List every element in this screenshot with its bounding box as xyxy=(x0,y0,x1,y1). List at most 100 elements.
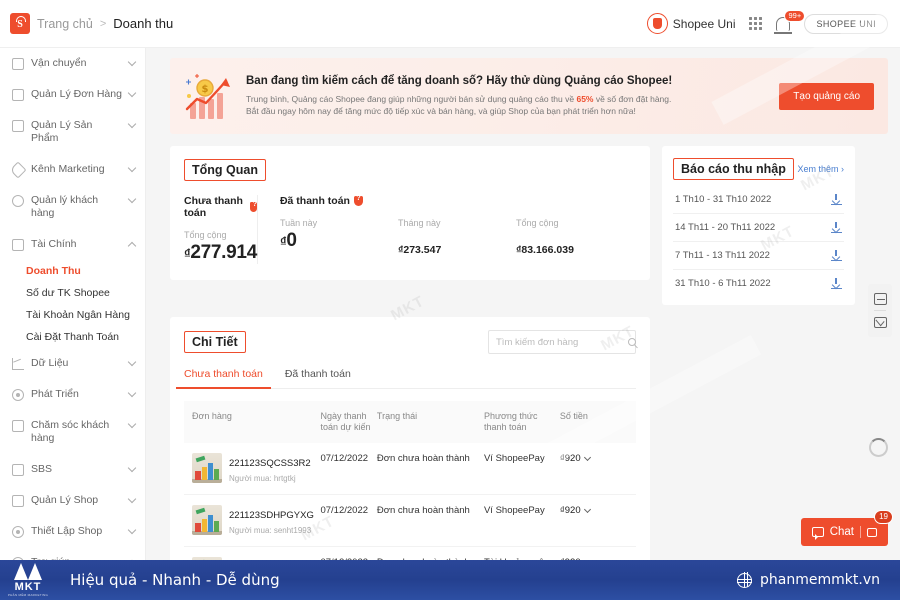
chat-support-icon xyxy=(12,420,24,432)
unpaid-heading-text: Chưa thanh toán xyxy=(184,195,243,219)
income-report-card: Báo cáo thu nhập Xem thêm › 1 Th10 - 31 … xyxy=(662,146,855,305)
paid-heading-text: Đã thanh toán xyxy=(279,195,350,207)
breadcrumb-separator: > xyxy=(99,17,107,30)
globe-icon xyxy=(736,572,753,588)
sidebar-item-cham-soc-khach-hang[interactable]: Chăm sóc khách hàng xyxy=(0,410,145,454)
detail-tabs[interactable]: Chưa thanh toán Đã thanh toán xyxy=(176,368,636,389)
ads-promo-banner: $ Ban đang tìm kiếm cách để tăng doanh s… xyxy=(170,58,888,134)
order-status: Đơn chưa hoàn thành xyxy=(376,505,470,516)
mkt-wordmark: MKT xyxy=(14,581,42,593)
info-shield-icon[interactable] xyxy=(353,195,363,206)
report-row[interactable]: 1 Th10 - 31 Th10 2022 xyxy=(673,186,844,214)
order-product: 221123SQCSS3R2 Người mua: hrtgtkj xyxy=(192,453,320,484)
search-input[interactable] xyxy=(496,336,628,348)
shopee-uni-label: Shopee Uni xyxy=(672,16,736,31)
minimize-icon[interactable] xyxy=(867,527,877,537)
breadcrumb-home[interactable]: Trang chủ xyxy=(37,17,93,31)
report-list: 1 Th10 - 31 Th10 2022 14 Th11 - 20 Th11 … xyxy=(673,186,844,297)
report-date-range: 7 Th11 - 13 Th11 2022 xyxy=(675,250,770,261)
growth-chart-illustration: $ xyxy=(180,69,236,123)
sidebar-item-thiet-lap-shop[interactable]: Thiết Lập Shop xyxy=(0,516,145,547)
chevron-down-icon[interactable] xyxy=(583,453,591,462)
mkt-logo: MKT PHẦN MỀM MARKETING xyxy=(0,560,56,600)
sidebar-item-quan-ly-khach-hang[interactable]: Quản lý khách hàng xyxy=(0,185,145,229)
order-amount-cell[interactable]: ₫920 xyxy=(560,505,628,516)
shopee-logo-icon[interactable] xyxy=(10,13,30,34)
report-row[interactable]: 31 Th10 - 6 Th11 2022 xyxy=(673,270,844,297)
shopee-uni-link[interactable]: Shopee Uni xyxy=(646,13,736,34)
order-id: 221123SDHPGYXG xyxy=(229,510,314,521)
order-search-box[interactable] xyxy=(488,330,636,354)
order-status: Đơn chưa hoàn thành xyxy=(376,453,470,464)
tab-chua-thanh-toan[interactable]: Chưa thanh toán xyxy=(176,368,271,389)
download-icon[interactable] xyxy=(831,278,842,289)
chevron-down-icon[interactable] xyxy=(583,505,591,514)
sidebar-item-quan-ly-shop[interactable]: Quản Lý Shop xyxy=(0,485,145,516)
report-row[interactable]: 14 Th11 - 20 Th11 2022 xyxy=(673,214,844,242)
overview-paid-block: Đã thanh toán Tuần này ₫0 Tháng này ₫273… xyxy=(258,195,656,264)
divider xyxy=(860,526,861,538)
tab-da-thanh-toan[interactable]: Đã thanh toán xyxy=(285,368,351,388)
sidebar-item-tai-chinh[interactable]: Tài Chính xyxy=(0,229,145,260)
sidebar[interactable]: Vận chuyển Quản Lý Đơn Hàng Quản Lý Sản … xyxy=(0,48,146,560)
paid-total-cell: Tổng cộng ₫83.166.039 xyxy=(516,207,656,256)
sidebar-item-phat-trien[interactable]: Phát Triển xyxy=(0,379,145,410)
order-amount: ₫920 xyxy=(559,453,581,464)
search-icon[interactable] xyxy=(628,338,636,346)
sidebar-item-du-lieu[interactable]: Dữ Liệu xyxy=(0,348,145,379)
sidebar-subitem-tai-khoan-ngan-hang[interactable]: Tài Khoản Ngân Hàng xyxy=(0,304,145,326)
account-pill[interactable]: SHOPEE UNI xyxy=(804,13,888,34)
sidebar-item-sbs[interactable]: SBS xyxy=(0,454,145,485)
top-bar: Trang chủ > Doanh thu Shopee Uni 99+ SHO… xyxy=(0,0,900,48)
sidebar-item-label: Quản Lý Sản Phẩm xyxy=(31,119,93,144)
sidebar-item-label: Quản Lý Shop xyxy=(31,494,99,506)
sidebar-item-van-chuyen[interactable]: Vận chuyển xyxy=(0,48,145,79)
create-ad-button[interactable]: Tạo quảng cáo xyxy=(779,82,874,110)
pulse-chart-icon xyxy=(873,293,887,305)
footer-url-block[interactable]: phanmemmkt.vn xyxy=(736,572,900,588)
order-product: 221123SDHPGYXG Người mua: senht1993 xyxy=(192,505,320,536)
table-row[interactable]: 221123SDHPGYXG Người mua: senht1993 07/1… xyxy=(184,495,636,547)
overview-unpaid-block: Chưa thanh toán Tổng cộng ₫277.914 xyxy=(184,195,259,264)
overview-card: Tổng Quan Chưa thanh toán Tổng cộng ₫277… xyxy=(170,146,650,280)
paid-month-cell: Tháng này ₫273.547 xyxy=(398,207,516,256)
table-row[interactable]: 221123SQCSS3R2 Người mua: hrtgtkj 07/12/… xyxy=(184,443,636,495)
report-date-range: 14 Th11 - 20 Th11 2022 xyxy=(675,222,776,233)
download-icon[interactable] xyxy=(831,250,842,261)
sidebar-item-quan-ly-san-pham[interactable]: Quản Lý Sản Phẩm xyxy=(0,110,145,154)
truck-icon xyxy=(12,58,24,70)
sidebar-subitem-cai-dat-thanh-toan[interactable]: Cài Đặt Thanh Toán xyxy=(0,326,145,348)
overview-title: Tổng Quan xyxy=(184,159,266,181)
download-icon[interactable] xyxy=(831,194,842,205)
analytics-widget-button[interactable] xyxy=(868,288,892,310)
order-amount-cell[interactable]: ₫920 xyxy=(560,453,628,464)
chevron-down-icon xyxy=(127,357,137,367)
chat-widget-button[interactable]: Chat 19 xyxy=(800,510,893,546)
sidebar-item-label: Kênh Marketing xyxy=(31,163,105,175)
medal-icon xyxy=(12,389,24,401)
sidebar-item-kenh-marketing[interactable]: Kênh Marketing xyxy=(0,154,145,185)
apps-grid-icon[interactable] xyxy=(749,17,763,30)
order-buyer: Người mua: hrtgtkj xyxy=(229,474,296,483)
chevron-down-icon xyxy=(127,388,137,398)
report-row[interactable]: 7 Th11 - 13 Th11 2022 xyxy=(673,242,844,270)
detail-title: Chi Tiết xyxy=(184,331,246,353)
floating-toolbar[interactable] xyxy=(868,284,892,337)
report-date-range: 31 Th10 - 6 Th11 2022 xyxy=(675,278,771,289)
report-title: Báo cáo thu nhập xyxy=(673,158,794,180)
chat-unread-badge: 19 xyxy=(874,510,893,524)
sidebar-item-quan-ly-don-hang[interactable]: Quản Lý Đơn Hàng xyxy=(0,79,145,110)
sidebar-subitem-so-du-tk-shopee[interactable]: Số dư TK Shopee xyxy=(0,282,145,304)
info-shield-icon[interactable] xyxy=(250,201,259,212)
feedback-widget-button[interactable] xyxy=(868,311,892,333)
download-icon[interactable] xyxy=(831,222,842,233)
sidebar-item-tro-giup[interactable]: Trợ giúp xyxy=(0,547,145,560)
table-row[interactable]: 221123SAY3010Q Người mua: zbonzbonz 07/1… xyxy=(184,547,636,560)
column-header-amount: Số tiền xyxy=(559,411,588,421)
line-chart-icon xyxy=(12,358,24,370)
report-see-more-link[interactable]: Xem thêm › xyxy=(797,164,844,174)
sidebar-subitem-doanh-thu[interactable]: Doanh Thu xyxy=(0,260,145,282)
chevron-down-icon xyxy=(127,163,137,173)
notifications-button[interactable]: 99+ xyxy=(774,9,806,34)
promo-title: Ban đang tìm kiếm cách để tăng doanh số?… xyxy=(246,75,673,87)
